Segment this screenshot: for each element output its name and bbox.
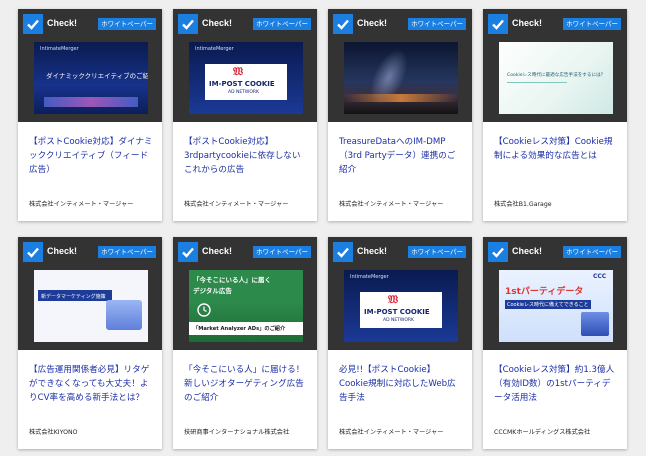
thumbnail-image[interactable]: 「今そこにいる人」に届く デジタル広告 「Market Analyzer ADs… xyxy=(189,270,303,342)
whitepaper-grid: Check! ホワイトペーパー IntimateMerger ダイナミッククリエ… xyxy=(0,0,646,456)
checkmark-icon xyxy=(337,19,349,30)
thumbnail-caption: 1stパーティデータ xyxy=(505,287,584,297)
thumbnail-logo: IntimateMerger xyxy=(195,46,234,52)
whitepaper-card[interactable]: Check! ホワイトペーパー IntimateMerger 𝔚 IM-POST… xyxy=(328,237,472,449)
thumbnail-footer: 「Market Analyzer ADs」のご紹介 xyxy=(193,326,286,332)
checkmark-icon xyxy=(492,247,504,258)
card-title[interactable]: 【ポストCookie対応】3rdpartycookieに依存しないこれからの広告 xyxy=(184,135,308,177)
checkbox-checked[interactable] xyxy=(23,14,43,34)
clock-icon xyxy=(197,303,211,317)
check-label: Check! xyxy=(47,18,78,28)
company-name: CCCMKホールディングス株式会社 xyxy=(494,429,591,436)
card-title[interactable]: 【ポストCookie対応】ダイナミッククリエイティブ（フィード広告） xyxy=(29,135,153,177)
thumbnail-mark: 𝔚 xyxy=(388,293,399,306)
checkmark-icon xyxy=(182,19,194,30)
company-name: 株式会社インティメート・マージャー xyxy=(339,429,444,436)
checkbox-checked[interactable] xyxy=(333,14,353,34)
checkmark-icon xyxy=(182,247,194,258)
card-title[interactable]: TreasureDataへのIM-DMP（3rd Partyデータ）連携のご紹介 xyxy=(339,135,463,177)
check-label: Check! xyxy=(512,18,543,28)
check-label: Check! xyxy=(202,246,233,256)
whitepaper-badge: ホワイトペーパー xyxy=(563,18,621,30)
checkmark-icon xyxy=(337,247,349,258)
company-name: 技研商事インターナショナル株式会社 xyxy=(184,429,290,436)
checkbox-checked[interactable] xyxy=(178,242,198,262)
thumbnail-image[interactable]: CCC 1stパーティデータ Cookieレス時代に備えてできること xyxy=(499,270,613,342)
whitepaper-card[interactable]: Check! ホワイトペーパー 「今そこにいる人」に届く デジタル広告 「Mar… xyxy=(173,237,317,449)
company-name: 株式会社インティメート・マージャー xyxy=(339,201,444,208)
thumbnail-caption: IM-POST COOKIE xyxy=(209,80,275,88)
company-name: 株式会社インティメート・マージャー xyxy=(184,201,289,208)
whitepaper-badge: ホワイトペーパー xyxy=(253,18,311,30)
thumbnail-caption: ダイナミッククリエイティブのご紹介 xyxy=(46,72,148,80)
company-name: 株式会社インティメート・マージャー xyxy=(29,201,134,208)
checkbox-checked[interactable] xyxy=(23,242,43,262)
thumbnail-logo: CCC xyxy=(593,273,607,280)
thumbnail-subcaption: AD NETWORK xyxy=(228,90,260,95)
whitepaper-card[interactable]: Check! ホワイトペーパー TreasureDataへのIM-DMP（3rd… xyxy=(328,9,472,221)
whitepaper-card[interactable]: Check! ホワイトペーパー 新データマーケティング施策 【広告運用関係者必見… xyxy=(18,237,162,449)
checkbox-checked[interactable] xyxy=(488,242,508,262)
checkbox-checked[interactable] xyxy=(178,14,198,34)
thumbnail-mark: 𝔚 xyxy=(233,65,244,78)
thumbnail-caption: 「今そこにいる人」に届く xyxy=(193,276,271,284)
company-name: 株式会社B1.Garage xyxy=(494,201,552,208)
thumbnail-glow xyxy=(44,97,138,107)
card-header: Check! ホワイトペーパー Cookieレス時代に最適な広告手法をするには？ xyxy=(483,9,627,122)
card-header: Check! ホワイトペーパー IntimateMerger ダイナミッククリエ… xyxy=(18,9,162,122)
thumbnail-caption: 新データマーケティング施策 xyxy=(41,294,106,300)
thumbnail-subcaption: デジタル広告 xyxy=(193,287,232,295)
thumbnail-subcaption: Cookieレス時代に備えてできること xyxy=(507,302,589,308)
card-header: Check! ホワイトペーパー xyxy=(328,9,472,122)
whitepaper-card[interactable]: Check! ホワイトペーパー CCC 1stパーティデータ Cookieレス時… xyxy=(483,237,627,449)
check-label: Check! xyxy=(512,246,543,256)
thumbnail-image[interactable] xyxy=(344,42,458,114)
whitepaper-card[interactable]: Check! ホワイトペーパー IntimateMerger 𝔚 IM-POST… xyxy=(173,9,317,221)
thumbnail-illustration xyxy=(106,300,142,330)
thumbnail-image[interactable]: IntimateMerger 𝔚 IM-POST COOKIE AD NETWO… xyxy=(189,42,303,114)
card-title[interactable]: 「今そこにいる人」に届ける！新しいジオターゲティング広告のご紹介 xyxy=(184,363,308,405)
checkmark-icon xyxy=(492,19,504,30)
card-header: Check! ホワイトペーパー 「今そこにいる人」に届く デジタル広告 「Mar… xyxy=(173,237,317,350)
card-title[interactable]: 【広告運用関係者必見】リタゲができなくなっても大丈夫！よりCV率を高める新手法と… xyxy=(29,363,153,405)
card-title[interactable]: 【Cookieレス対策】約1.3億人（有効ID数）の1stパーティデータ活用法 xyxy=(494,363,618,405)
card-header: Check! ホワイトペーパー CCC 1stパーティデータ Cookieレス時… xyxy=(483,237,627,350)
card-title[interactable]: 【Cookieレス対策】Cookie規制による効果的な広告とは xyxy=(494,135,618,163)
checkbox-checked[interactable] xyxy=(488,14,508,34)
thumbnail-caption: IM-POST COOKIE xyxy=(364,308,430,316)
thumbnail-caption: Cookieレス時代に最適な広告手法をするには？ xyxy=(507,73,606,78)
whitepaper-card[interactable]: Check! ホワイトペーパー IntimateMerger ダイナミッククリエ… xyxy=(18,9,162,221)
thumbnail-subcaption: AD NETWORK xyxy=(383,318,415,323)
thumbnail-horizon-glow xyxy=(344,94,458,102)
check-label: Check! xyxy=(47,246,78,256)
whitepaper-badge: ホワイトペーパー xyxy=(408,246,466,258)
checkmark-icon xyxy=(27,19,39,30)
thumbnail-image[interactable]: IntimateMerger ダイナミッククリエイティブのご紹介 xyxy=(34,42,148,114)
check-label: Check! xyxy=(357,18,388,28)
card-header: Check! ホワイトペーパー IntimateMerger 𝔚 IM-POST… xyxy=(328,237,472,350)
checkbox-checked[interactable] xyxy=(333,242,353,262)
whitepaper-badge: ホワイトペーパー xyxy=(98,246,156,258)
thumbnail-image[interactable]: Cookieレス時代に最適な広告手法をするには？ xyxy=(499,42,613,114)
whitepaper-badge: ホワイトペーパー xyxy=(408,18,466,30)
thumbnail-image[interactable]: 新データマーケティング施策 xyxy=(34,270,148,342)
checkmark-icon xyxy=(27,247,39,258)
whitepaper-badge: ホワイトペーパー xyxy=(563,246,621,258)
thumbnail-illustration xyxy=(581,312,609,336)
card-header: Check! ホワイトペーパー 新データマーケティング施策 xyxy=(18,237,162,350)
check-label: Check! xyxy=(202,18,233,28)
card-header: Check! ホワイトペーパー IntimateMerger 𝔚 IM-POST… xyxy=(173,9,317,122)
company-name: 株式会社KIYONO xyxy=(29,429,78,436)
check-label: Check! xyxy=(357,246,388,256)
thumbnail-logo: IntimateMerger xyxy=(40,46,79,52)
thumbnail-image[interactable]: IntimateMerger 𝔚 IM-POST COOKIE AD NETWO… xyxy=(344,270,458,342)
whitepaper-badge: ホワイトペーパー xyxy=(98,18,156,30)
card-title[interactable]: 必見!!【ポストCookie】Cookie規制に対応したWeb広告手法 xyxy=(339,363,463,405)
whitepaper-badge: ホワイトペーパー xyxy=(253,246,311,258)
thumbnail-logo: IntimateMerger xyxy=(350,274,389,280)
thumbnail-rule xyxy=(507,82,567,83)
whitepaper-card[interactable]: Check! ホワイトペーパー Cookieレス時代に最適な広告手法をするには？… xyxy=(483,9,627,221)
